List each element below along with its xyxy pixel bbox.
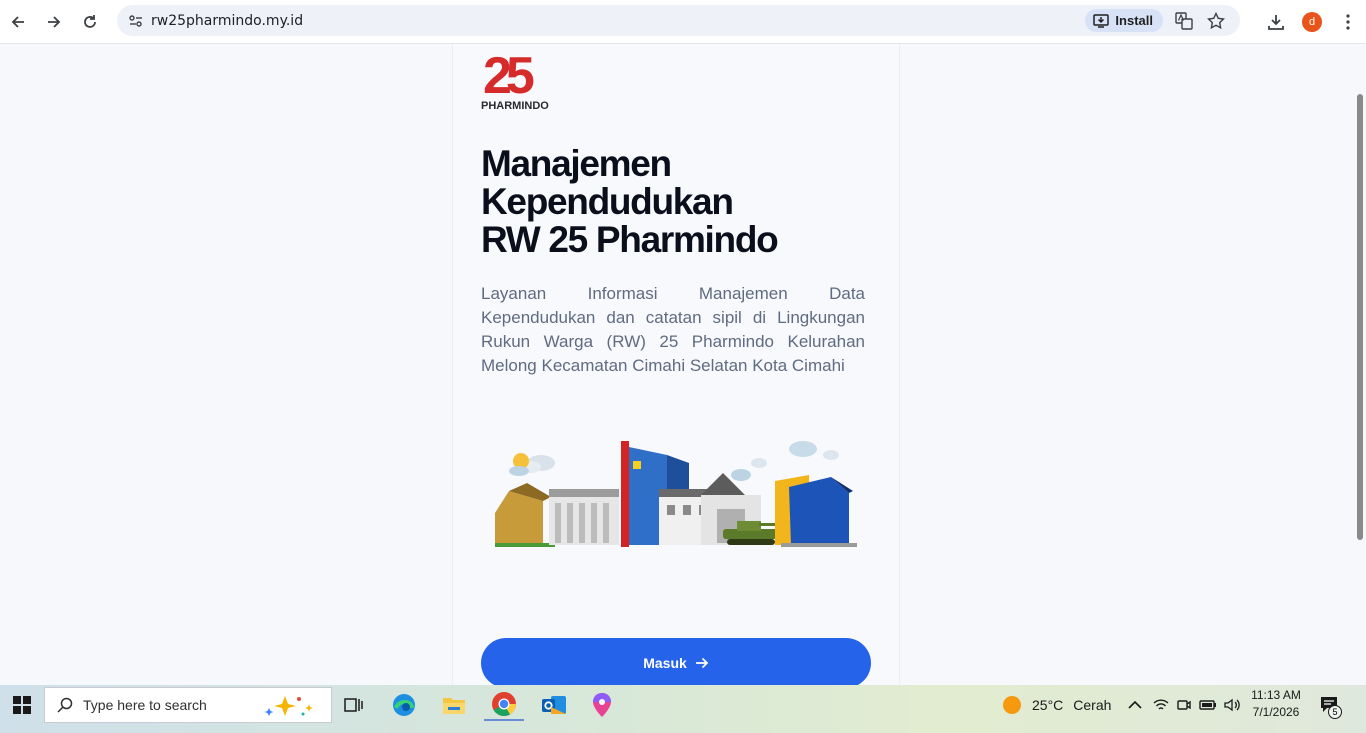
meet-status[interactable] <box>1172 689 1196 721</box>
weather-desc: Cerah <box>1073 697 1112 713</box>
scrollbar-thumb[interactable] <box>1357 94 1363 540</box>
task-view-button[interactable] <box>334 689 374 721</box>
clock-date: 7/1/2026 <box>1252 705 1300 719</box>
svg-text:PHARMINDO: PHARMINDO <box>481 100 549 111</box>
task-view-icon <box>344 698 363 712</box>
windows-logo-icon <box>13 696 31 714</box>
browser-actions: d <box>1258 4 1366 40</box>
taskbar-outlook[interactable] <box>534 689 574 721</box>
notification-count-badge: 5 <box>1328 705 1342 719</box>
reload-button[interactable] <box>72 4 108 40</box>
back-button[interactable] <box>0 4 36 40</box>
battery-status[interactable] <box>1196 689 1220 721</box>
taskbar-chrome[interactable] <box>484 689 524 721</box>
weather-temp: 25°C <box>1032 697 1064 713</box>
outlook-icon <box>542 696 566 714</box>
rw25-logo: 25 PHARMINDO <box>481 47 557 112</box>
map-pin-icon <box>593 693 611 717</box>
forward-button[interactable] <box>36 4 72 40</box>
weather-widget[interactable]: 25°C Cerah <box>1002 685 1111 725</box>
profile-button[interactable]: d <box>1294 4 1330 40</box>
site-info-icon[interactable] <box>121 13 151 29</box>
downloads-icon[interactable] <box>1258 4 1294 40</box>
battery-icon <box>1199 700 1216 710</box>
city-buildings-illustration <box>491 433 863 553</box>
avatar: d <box>1302 12 1322 32</box>
show-hidden-icons-button[interactable] <box>1118 689 1152 721</box>
taskbar-search-box[interactable]: Type here to search <box>44 687 332 723</box>
arrow-right-icon <box>48 16 61 28</box>
taskbar-edge[interactable] <box>384 689 424 721</box>
login-button-label: Masuk <box>643 655 687 671</box>
login-button[interactable]: Masuk <box>481 638 871 685</box>
sun-icon <box>1003 696 1021 714</box>
chrome-icon <box>492 692 516 717</box>
address-bar[interactable]: rw25pharmindo.my.id Install <box>117 5 1240 36</box>
network-status[interactable] <box>1148 689 1174 721</box>
search-icon <box>57 697 73 713</box>
translate-icon[interactable] <box>1173 10 1195 32</box>
page-title: Manajemen Kependudukan RW 25 Pharmindo <box>481 145 881 259</box>
reload-icon <box>84 15 96 28</box>
notification-center-button[interactable]: 5 <box>1312 689 1348 721</box>
menu-kebab-icon[interactable] <box>1330 4 1366 40</box>
start-button[interactable] <box>0 685 44 725</box>
browser-toolbar: rw25pharmindo.my.id Install d <box>0 0 1366 44</box>
arrow-right-icon <box>695 657 709 669</box>
chevron-up-icon <box>1128 700 1142 709</box>
edge-icon <box>393 694 415 716</box>
title-line-3: RW 25 Pharmindo <box>481 219 779 260</box>
title-line-2: Kependudukan <box>481 181 734 222</box>
wifi-icon <box>1153 699 1169 710</box>
svg-text:25: 25 <box>483 47 534 105</box>
camera-icon <box>1177 700 1191 710</box>
clock-time: 11:13 AM <box>1251 688 1301 702</box>
taskbar-file-explorer[interactable] <box>434 689 474 721</box>
landing-card: 25 PHARMINDO Manajemen Kependudukan RW 2… <box>452 44 900 685</box>
url-text[interactable]: rw25pharmindo.my.id <box>151 13 303 29</box>
install-label: Install <box>1115 13 1153 28</box>
taskbar-clock[interactable]: 11:13 AM 7/1/2026 <box>1244 687 1308 721</box>
install-app-button[interactable]: Install <box>1085 9 1163 32</box>
speaker-icon <box>1224 698 1240 712</box>
page-viewport: 25 PHARMINDO Manajemen Kependudukan RW 2… <box>0 44 1355 685</box>
arrow-left-icon <box>11 16 24 28</box>
folder-icon <box>443 698 465 714</box>
volume-status[interactable] <box>1220 689 1244 721</box>
sparkle-copilot-icon <box>264 696 313 716</box>
taskbar-maps-app[interactable] <box>582 689 622 721</box>
page-scrollbar[interactable] <box>1355 44 1366 685</box>
page-description: Layanan Informasi Manajemen Data Kependu… <box>481 284 865 375</box>
install-icon <box>1093 13 1110 28</box>
taskbar-search-placeholder: Type here to search <box>83 697 207 713</box>
windows-taskbar: Type here to search 25°C Cerah 11:13 AM … <box>0 685 1366 733</box>
title-line-1: Manajemen <box>481 143 672 184</box>
bookmark-star-icon[interactable] <box>1205 10 1227 32</box>
